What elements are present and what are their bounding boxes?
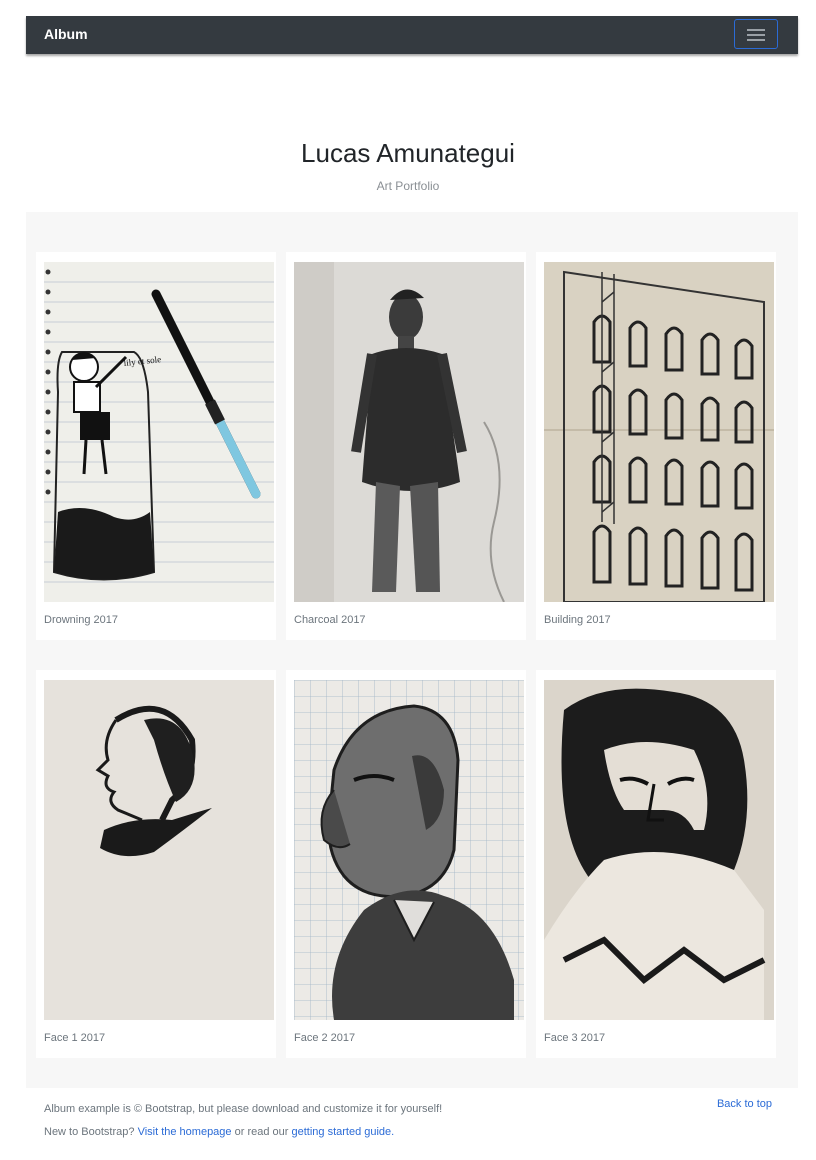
card-image-building[interactable] — [544, 262, 774, 602]
card-caption: Face 2 2017 — [294, 1032, 356, 1044]
footer: Album example is © Bootstrap, but please… — [44, 1098, 774, 1144]
hamburger-icon-line — [747, 34, 765, 36]
album-card: Face 3 2017 — [536, 670, 776, 1058]
hamburger-icon-line — [747, 39, 765, 41]
footer-links-line: New to Bootstrap? Visit the homepage or … — [44, 1121, 774, 1144]
page-subtitle: Art Portfolio — [376, 179, 440, 193]
card-image-drowning[interactable]: lily et sole — [44, 262, 274, 602]
album-card: Building 2017 — [536, 252, 776, 640]
navbar: Album — [26, 16, 798, 54]
card-caption: Drowning 2017 — [44, 614, 118, 626]
album-card: lily et sole Drowning 2017 — [36, 252, 276, 640]
brand-link[interactable]: Album — [44, 26, 88, 42]
card-caption: Face 1 2017 — [44, 1032, 106, 1044]
card-caption: Building 2017 — [544, 614, 611, 626]
album-card: Face 1 2017 — [36, 670, 276, 1058]
card-image-face3[interactable] — [544, 680, 774, 1020]
card-caption: Face 3 2017 — [544, 1032, 606, 1044]
footer-copyright: Album example is © Bootstrap, but please… — [44, 1103, 443, 1115]
card-image-face1[interactable] — [44, 680, 274, 1020]
back-to-top-link[interactable]: Back to top — [717, 1098, 772, 1110]
card-image-face2[interactable] — [294, 680, 524, 1020]
footer-prefix: New to Bootstrap? — [44, 1126, 135, 1138]
card-image-charcoal[interactable] — [294, 262, 524, 602]
navbar-toggler-button[interactable] — [734, 19, 778, 49]
homepage-link[interactable]: Visit the homepage — [138, 1126, 232, 1138]
album-card: Charcoal 2017 — [286, 252, 526, 640]
card-caption: Charcoal 2017 — [294, 614, 366, 626]
album-card: Face 2 2017 — [286, 670, 526, 1058]
getting-started-link[interactable]: getting started guide. — [291, 1126, 394, 1138]
footer-middle: or read our — [234, 1126, 289, 1138]
album-section: lily et sole Drowning 2017 Charcoal 2017… — [26, 212, 798, 1088]
hamburger-icon — [747, 29, 765, 31]
page-title: Lucas Amunategui — [301, 138, 515, 168]
